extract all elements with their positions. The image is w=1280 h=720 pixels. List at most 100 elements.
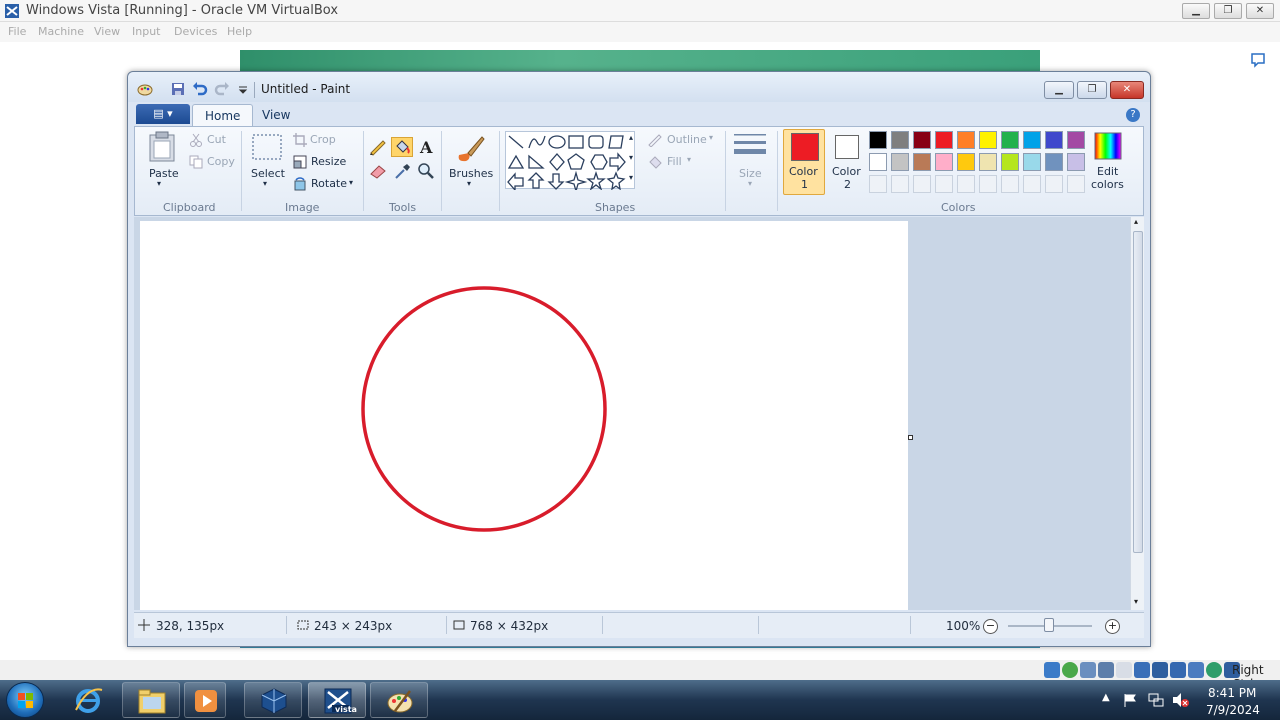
paste-dropdown-icon[interactable]: ▾ — [157, 179, 161, 188]
drawing-canvas[interactable] — [140, 221, 908, 610]
shared-folders-icon[interactable] — [1134, 662, 1150, 678]
rotate-icon[interactable] — [293, 177, 307, 191]
palette-swatch[interactable] — [1067, 131, 1085, 149]
clock-date[interactable]: 7/9/2024 — [1206, 703, 1260, 717]
cut-label[interactable]: Cut — [207, 133, 226, 146]
palette-swatch[interactable] — [891, 131, 909, 149]
copy-icon[interactable] — [189, 155, 203, 169]
text-tool[interactable]: A — [415, 137, 437, 157]
save-icon[interactable] — [170, 81, 186, 97]
fill-icon[interactable] — [647, 155, 663, 169]
clock-time[interactable]: 8:41 PM — [1208, 686, 1256, 700]
show-hidden-icons-icon[interactable]: ▲ — [1102, 692, 1110, 703]
outline-icon[interactable] — [647, 133, 663, 147]
usb-icon[interactable] — [1116, 662, 1132, 678]
redo-icon[interactable] — [214, 81, 230, 97]
color2-button[interactable] — [835, 135, 859, 159]
undo-icon[interactable] — [192, 81, 208, 97]
palette-swatch[interactable] — [1023, 153, 1041, 171]
select-icon[interactable] — [251, 133, 283, 161]
volume-muted-icon[interactable] — [1172, 692, 1190, 708]
tab-view[interactable]: View — [250, 104, 302, 126]
optical-drive-icon[interactable] — [1062, 662, 1078, 678]
palette-swatch[interactable] — [869, 131, 887, 149]
start-button[interactable] — [6, 682, 44, 718]
palette-swatch[interactable] — [913, 131, 931, 149]
palette-swatch[interactable] — [979, 153, 997, 171]
palette-custom-swatch[interactable] — [1067, 175, 1085, 193]
shapes-scroll-down-icon[interactable]: ▾ — [629, 153, 633, 162]
palette-swatch[interactable] — [1001, 131, 1019, 149]
paste-icon[interactable] — [147, 131, 177, 163]
rotate-label[interactable]: Rotate — [311, 177, 347, 190]
size-dropdown-icon[interactable]: ▾ — [748, 179, 752, 188]
palette-swatch[interactable] — [1045, 153, 1063, 171]
select-dropdown-icon[interactable]: ▾ — [263, 179, 267, 188]
palette-swatch[interactable] — [1001, 153, 1019, 171]
edit-colors-label-2[interactable]: colors — [1091, 178, 1124, 191]
palette-custom-swatch[interactable] — [1001, 175, 1019, 193]
minimize-button[interactable]: ▁ — [1182, 3, 1210, 19]
action-center-flag-icon[interactable] — [1122, 692, 1138, 708]
edit-colors-label-1[interactable]: Edit — [1097, 165, 1118, 178]
scroll-down-icon[interactable]: ▾ — [1134, 597, 1138, 606]
palette-custom-swatch[interactable] — [913, 175, 931, 193]
taskbar-virtualbox[interactable] — [244, 682, 302, 718]
palette-swatch[interactable] — [1045, 131, 1063, 149]
outline-label[interactable]: Outline — [667, 133, 707, 146]
network-tray-icon[interactable] — [1148, 692, 1164, 708]
paint-menu-button[interactable]: ▤ ▾ — [136, 104, 190, 124]
paint-minimize-button[interactable]: ▁ — [1044, 81, 1074, 99]
zoom-in-button[interactable]: + — [1105, 619, 1120, 634]
recording-icon[interactable] — [1170, 662, 1186, 678]
brushes-label[interactable]: Brushes — [449, 167, 493, 180]
internet-explorer-icon[interactable] — [72, 684, 104, 716]
palette-custom-swatch[interactable] — [891, 175, 909, 193]
menu-view[interactable]: View — [94, 25, 120, 38]
close-button[interactable]: ✕ — [1246, 3, 1274, 19]
palette-swatch[interactable] — [979, 131, 997, 149]
magnifier-tool[interactable] — [415, 161, 437, 181]
palette-swatch[interactable] — [957, 153, 975, 171]
scroll-up-icon[interactable]: ▴ — [1134, 217, 1138, 226]
zoom-slider-thumb[interactable] — [1044, 618, 1054, 632]
taskbar-explorer[interactable] — [122, 682, 180, 718]
eraser-tool[interactable] — [367, 161, 389, 181]
palette-custom-swatch[interactable] — [1045, 175, 1063, 193]
resize-label[interactable]: Resize — [311, 155, 346, 168]
scrollbar-thumb[interactable] — [1133, 231, 1143, 553]
rotate-dropdown-icon[interactable]: ▾ — [349, 178, 353, 187]
menu-machine[interactable]: Machine — [38, 25, 84, 38]
menu-file[interactable]: File — [8, 25, 26, 38]
menu-help[interactable]: Help — [227, 25, 252, 38]
quick-access-dropdown-icon[interactable] — [235, 81, 251, 97]
palette-custom-swatch[interactable] — [957, 175, 975, 193]
palette-swatch[interactable] — [869, 153, 887, 171]
brushes-dropdown-icon[interactable]: ▾ — [467, 179, 471, 188]
taskbar-vista-vm[interactable]: vista — [308, 682, 366, 718]
select-label[interactable]: Select — [251, 167, 285, 180]
mouse-integration-icon[interactable] — [1206, 662, 1222, 678]
zoom-out-button[interactable]: − — [983, 619, 998, 634]
hard-disk-icon[interactable] — [1044, 662, 1060, 678]
crop-icon[interactable] — [293, 133, 307, 147]
notification-bubble-icon[interactable] — [1250, 52, 1266, 68]
outline-dropdown-icon[interactable]: ▾ — [709, 133, 713, 142]
brushes-icon[interactable] — [453, 131, 487, 165]
taskbar-paint[interactable] — [370, 682, 428, 718]
audio-icon[interactable] — [1080, 662, 1096, 678]
cut-icon[interactable] — [189, 133, 203, 147]
tab-home[interactable]: Home — [192, 104, 254, 126]
display-icon[interactable] — [1152, 662, 1168, 678]
palette-custom-swatch[interactable] — [935, 175, 953, 193]
palette-custom-swatch[interactable] — [979, 175, 997, 193]
shapes-more-icon[interactable]: ▾ — [629, 173, 633, 182]
menu-input[interactable]: Input — [132, 25, 160, 38]
paint-close-button[interactable]: ✕ — [1110, 81, 1144, 99]
fill-dropdown-icon[interactable]: ▾ — [687, 155, 691, 164]
copy-label[interactable]: Copy — [207, 155, 235, 168]
menu-devices[interactable]: Devices — [174, 25, 217, 38]
palette-swatch[interactable] — [913, 153, 931, 171]
maximize-button[interactable]: ❐ — [1214, 3, 1242, 19]
shapes-scroll-up-icon[interactable]: ▴ — [629, 133, 633, 142]
